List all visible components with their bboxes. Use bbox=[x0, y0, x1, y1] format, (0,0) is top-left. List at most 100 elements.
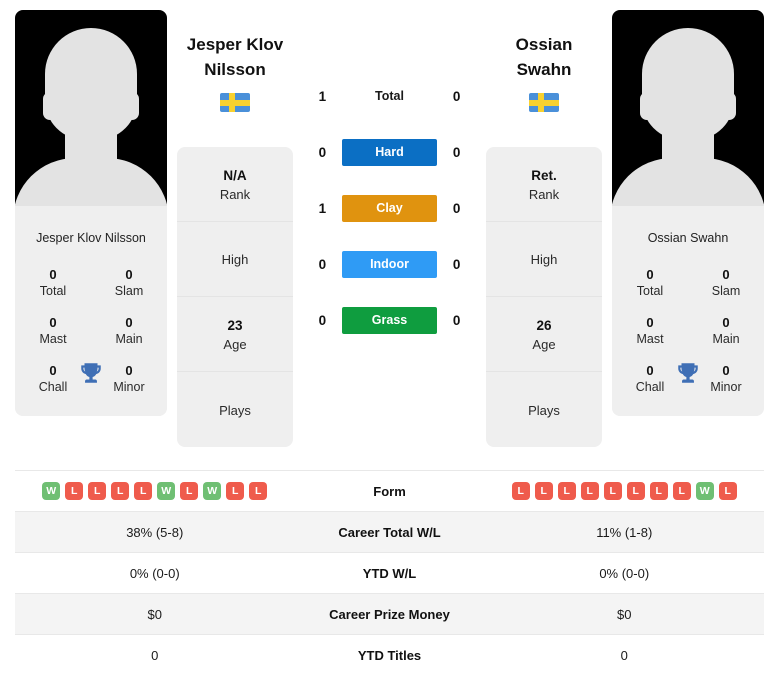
right-rank-label: Rank bbox=[528, 186, 560, 202]
avatar-ear-right-icon bbox=[125, 92, 139, 120]
right-age-value: 26 bbox=[536, 317, 552, 333]
player-comparison-page: Jesper Klov Nilsson 0 Total 0 Slam 0 Mas… bbox=[0, 0, 779, 699]
h2h-indoor-bar[interactable]: Indoor bbox=[341, 250, 438, 278]
h2h-clay-left-score: 1 bbox=[318, 200, 327, 216]
h2h-hard-right-score: 0 bbox=[452, 144, 461, 160]
right-stat-slam-value: 0 bbox=[722, 267, 730, 282]
left-stat-mast: 0 Mast bbox=[15, 314, 91, 348]
h2h-total-label-wrap: Total bbox=[342, 87, 438, 105]
left-plays-label: Plays bbox=[219, 402, 251, 418]
career-wl-left: 38% (5-8) bbox=[126, 524, 184, 540]
form-badge-loss: L bbox=[626, 482, 645, 500]
ytd-titles-right: 0 bbox=[620, 647, 628, 663]
form-badge-loss: L bbox=[580, 482, 599, 500]
right-high-section: High bbox=[486, 222, 602, 297]
form-badge-win: W bbox=[695, 482, 714, 500]
ytd-titles-left: 0 bbox=[151, 647, 159, 663]
right-rank-value: Ret. bbox=[531, 167, 557, 183]
h2h-hard-left-score: 0 bbox=[318, 144, 327, 160]
h2h-clay-label-wrap: Clay bbox=[341, 194, 438, 222]
h2h-grass-bar[interactable]: Grass bbox=[341, 306, 438, 334]
h2h-row-grass: 0 Grass 0 bbox=[303, 292, 476, 348]
table-row-ytd-titles: 0 YTD Titles 0 bbox=[15, 634, 764, 675]
left-age-value: 23 bbox=[227, 317, 243, 333]
left-titles-row-2: 0 Mast 0 Main bbox=[15, 308, 167, 356]
sweden-flag-icon bbox=[220, 93, 250, 112]
right-player-card[interactable]: Ossian Swahn 0 Total 0 Slam 0 Mast 0 Mai… bbox=[612, 10, 764, 416]
head-to-head-column: 1 Total 0 0 Hard 0 1 Clay 0 0 Indoor 0 0… bbox=[303, 10, 476, 348]
left-info-column: Jesper Klov Nilsson N/A Rank High 23 Age bbox=[177, 10, 293, 447]
left-name-line1: Jesper Klov bbox=[186, 35, 284, 54]
left-rank-value: N/A bbox=[223, 167, 247, 183]
h2h-total-right-score: 0 bbox=[452, 88, 461, 104]
h2h-hard-bar[interactable]: Hard bbox=[341, 138, 438, 166]
right-stat-total: 0 Total bbox=[612, 266, 688, 300]
right-titles-row-1: 0 Total 0 Slam bbox=[612, 260, 764, 308]
table-row-form: WLLLLWLWLL Form LLLLLLLLWL bbox=[15, 470, 764, 511]
form-badge-win: W bbox=[203, 482, 222, 500]
h2h-hard-label-wrap: Hard bbox=[341, 138, 438, 166]
left-stat-slam-label: Slam bbox=[114, 284, 144, 298]
right-info-card: Ret. Rank High 26 Age Plays bbox=[486, 147, 602, 447]
form-badge-loss: L bbox=[88, 482, 107, 500]
form-badge-loss: L bbox=[249, 482, 268, 500]
left-titles-row-1: 0 Total 0 Slam bbox=[15, 260, 167, 308]
form-badge-win: W bbox=[157, 482, 176, 500]
right-stat-main: 0 Main bbox=[688, 314, 764, 348]
prize-money-right: $0 bbox=[617, 606, 632, 622]
left-stat-total-value: 0 bbox=[49, 267, 57, 282]
table-label-career-wl: Career Total W/L bbox=[338, 524, 441, 540]
left-stat-mast-label: Mast bbox=[39, 332, 67, 346]
right-stat-mast-value: 0 bbox=[646, 315, 654, 330]
left-stat-main-value: 0 bbox=[125, 315, 133, 330]
table-row-prize-money: $0 Career Prize Money $0 bbox=[15, 593, 764, 634]
left-player-card[interactable]: Jesper Klov Nilsson 0 Total 0 Slam 0 Mas… bbox=[15, 10, 167, 416]
right-stat-mast-label: Mast bbox=[636, 332, 664, 346]
left-stat-main-label: Main bbox=[115, 332, 143, 346]
right-player-column: Ossian Swahn 0 Total 0 Slam 0 Mast 0 Mai… bbox=[612, 10, 764, 416]
left-rank-label: Rank bbox=[219, 186, 251, 202]
h2h-total-left-score: 1 bbox=[318, 88, 327, 104]
h2h-indoor-left-score: 0 bbox=[318, 256, 327, 272]
left-stat-total-label: Total bbox=[39, 284, 67, 298]
avatar-head-icon bbox=[45, 28, 137, 140]
left-high-label: High bbox=[221, 252, 249, 267]
form-badge-loss: L bbox=[111, 482, 130, 500]
ytd-wl-left: 0% (0-0) bbox=[129, 565, 180, 581]
left-stat-mast-value: 0 bbox=[49, 315, 57, 330]
right-player-name[interactable]: Ossian Swahn bbox=[486, 10, 602, 112]
left-rank-section: N/A Rank bbox=[177, 147, 293, 222]
right-photo-caption: Ossian Swahn bbox=[612, 222, 764, 256]
avatar-head-icon bbox=[642, 28, 734, 140]
form-right-cell: LLLLLLLLWL bbox=[485, 476, 765, 506]
table-label-ytd-titles: YTD Titles bbox=[357, 647, 422, 663]
form-badge-loss: L bbox=[534, 482, 553, 500]
right-stat-main-value: 0 bbox=[722, 315, 730, 330]
h2h-grass-label-wrap: Grass bbox=[341, 306, 438, 334]
left-titles-grid: 0 Total 0 Slam 0 Mast 0 Main 0 Chall 0 M… bbox=[15, 256, 167, 416]
photo-fade bbox=[612, 206, 764, 222]
h2h-grass-right-score: 0 bbox=[452, 312, 461, 328]
form-badge-loss: L bbox=[134, 482, 153, 500]
h2h-clay-bar[interactable]: Clay bbox=[341, 194, 438, 222]
right-stat-total-label: Total bbox=[636, 284, 664, 298]
left-player-name[interactable]: Jesper Klov Nilsson bbox=[177, 10, 293, 112]
right-stat-mast: 0 Mast bbox=[612, 314, 688, 348]
left-stat-slam-value: 0 bbox=[125, 267, 133, 282]
h2h-grass-left-score: 0 bbox=[318, 312, 327, 328]
right-rank-section: Ret. Rank bbox=[486, 147, 602, 222]
comparison-header: Jesper Klov Nilsson 0 Total 0 Slam 0 Mas… bbox=[0, 0, 779, 470]
right-stat-total-value: 0 bbox=[646, 267, 654, 282]
table-label-prize-money: Career Prize Money bbox=[329, 606, 450, 622]
table-row-career-wl: 38% (5-8) Career Total W/L 11% (1-8) bbox=[15, 511, 764, 552]
left-age-label: Age bbox=[223, 336, 247, 352]
form-badge-loss: L bbox=[718, 482, 737, 500]
form-badge-loss: L bbox=[649, 482, 668, 500]
form-badge-loss: L bbox=[180, 482, 199, 500]
comparison-table: WLLLLWLWLL Form LLLLLLLLWL 38% (5-8) Car… bbox=[0, 470, 779, 675]
right-form-badges: LLLLLLLLWL bbox=[489, 482, 761, 500]
form-badge-loss: L bbox=[603, 482, 622, 500]
form-badge-loss: L bbox=[511, 482, 530, 500]
left-stat-total: 0 Total bbox=[15, 266, 91, 300]
h2h-row-total: 1 Total 0 bbox=[303, 68, 476, 124]
